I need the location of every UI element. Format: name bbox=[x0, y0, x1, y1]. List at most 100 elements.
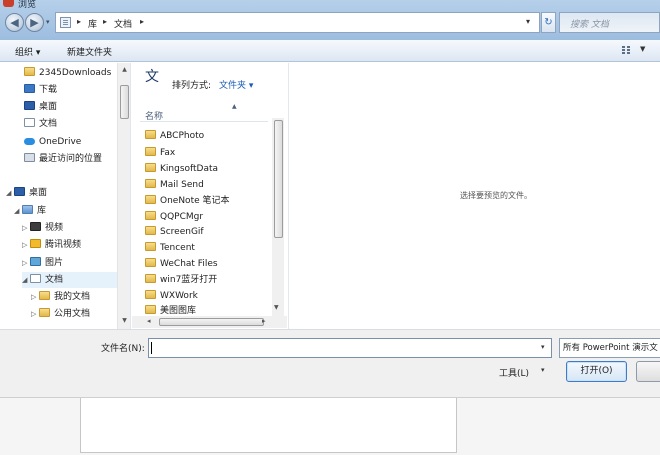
cancel-button[interactable] bbox=[636, 361, 660, 382]
file-row-win7-bluetooth[interactable]: win7蓝牙打开 bbox=[145, 273, 217, 288]
scrollbar-thumb[interactable] bbox=[159, 318, 264, 326]
breadcrumb-separator-icon[interactable]: ▸ bbox=[77, 17, 81, 26]
scroll-right-arrow-icon[interactable]: ▸ bbox=[262, 317, 266, 325]
tools-dropdown-icon[interactable]: ▾ bbox=[541, 366, 545, 374]
forward-button[interactable]: ▶ bbox=[25, 13, 44, 32]
scroll-left-arrow-icon[interactable]: ◂ bbox=[147, 317, 151, 325]
file-row-tencent[interactable]: Tencent bbox=[145, 241, 195, 256]
nav-item-desktop[interactable]: ◢ 桌面 bbox=[6, 185, 47, 201]
collapsed-arrow-icon[interactable]: ▷ bbox=[22, 255, 30, 271]
tools-menu-button[interactable]: 工具(L) bbox=[499, 366, 529, 379]
recent-locations-dropdown[interactable]: ▾ bbox=[46, 18, 50, 26]
file-row-fax[interactable]: Fax bbox=[145, 146, 175, 161]
file-list-vertical-scrollbar[interactable]: ▼ bbox=[272, 118, 284, 316]
text-caret bbox=[151, 342, 152, 354]
nav-item-downloads[interactable]: 下载 bbox=[24, 82, 57, 98]
address-dropdown-icon[interactable]: ▾ bbox=[526, 17, 530, 26]
organize-button[interactable]: 组织 ▾ bbox=[15, 45, 40, 58]
scroll-down-arrow-icon[interactable]: ▼ bbox=[274, 304, 279, 311]
nav-item-documents-library[interactable]: ◢ 文档 bbox=[22, 272, 117, 288]
folder-icon bbox=[39, 291, 50, 300]
open-button[interactable]: 打开(O) bbox=[566, 361, 627, 382]
preview-message: 选择要预览的文件。 bbox=[460, 191, 532, 200]
nav-item-onedrive[interactable]: OneDrive bbox=[24, 134, 81, 150]
change-view-icon[interactable] bbox=[622, 46, 632, 55]
refresh-button[interactable]: ↻ bbox=[541, 12, 556, 33]
nav-item-pictures[interactable]: ▷ 图片 bbox=[22, 255, 63, 271]
nav-item-documents-favorite[interactable]: 文档 bbox=[24, 116, 57, 132]
nav-item-label: 文档 bbox=[45, 275, 64, 285]
library-title: 文 bbox=[145, 69, 159, 85]
app-icon bbox=[3, 0, 14, 7]
nav-item-tencent-video[interactable]: ▷ 腾讯视频 bbox=[22, 237, 81, 253]
nav-item-my-documents[interactable]: ▷ 我的文档 bbox=[31, 289, 90, 305]
download-folder-icon bbox=[24, 84, 35, 93]
view-options-dropdown-icon[interactable]: ▼ bbox=[640, 45, 645, 53]
nav-item-videos[interactable]: ▷ 视频 bbox=[22, 220, 63, 236]
folder-icon bbox=[145, 211, 156, 220]
search-input[interactable]: 搜索 文档 bbox=[559, 12, 660, 33]
file-type-select[interactable]: 所有 PowerPoint 演示文 bbox=[559, 338, 660, 358]
nav-item-label: 公用文档 bbox=[54, 309, 91, 319]
nav-item-label: 最近访问的位置 bbox=[39, 154, 103, 164]
file-name: QQPCMgr bbox=[160, 212, 204, 222]
nav-item-2345downloads[interactable]: 2345Downloads bbox=[24, 65, 111, 81]
new-folder-button[interactable]: 新建文件夹 bbox=[67, 45, 112, 58]
expanded-arrow-icon[interactable]: ◢ bbox=[6, 185, 14, 201]
folder-icon bbox=[145, 258, 156, 267]
collapsed-arrow-icon[interactable]: ▷ bbox=[22, 237, 30, 253]
file-name: Fax bbox=[160, 148, 176, 158]
file-row-qqpcmgr[interactable]: QQPCMgr bbox=[145, 210, 203, 225]
breadcrumb-library[interactable]: 库 bbox=[88, 17, 97, 30]
breadcrumb-documents[interactable]: 文档 bbox=[114, 17, 132, 30]
nav-item-label: 我的文档 bbox=[54, 292, 91, 302]
preview-pane: 选择要预览的文件。 bbox=[288, 63, 660, 329]
file-name: WXWork bbox=[160, 291, 198, 301]
arrange-by-dropdown[interactable]: 文件夹 ▾ bbox=[219, 78, 253, 91]
nav-item-label: 视频 bbox=[45, 223, 64, 233]
sort-ascending-icon: ▲ bbox=[232, 103, 237, 110]
nav-item-libraries[interactable]: ◢ 库 bbox=[14, 203, 46, 219]
breadcrumb-separator-icon[interactable]: ▸ bbox=[103, 17, 107, 26]
back-button[interactable]: ◀ bbox=[5, 13, 24, 32]
file-row-onenote[interactable]: OneNote 笔记本 bbox=[145, 194, 230, 209]
filename-field[interactable]: ▾ bbox=[148, 338, 552, 358]
file-row-wxwork[interactable]: WXWork bbox=[145, 289, 198, 304]
nav-item-label: 2345Downloads bbox=[39, 68, 112, 78]
file-row-kingsoftdata[interactable]: KingsoftData bbox=[145, 162, 218, 177]
desktop-icon bbox=[14, 187, 25, 196]
filename-label: 文件名(N): bbox=[101, 344, 145, 354]
nav-item-label: 桌面 bbox=[29, 188, 48, 198]
scrollbar-thumb[interactable] bbox=[274, 120, 283, 238]
folder-icon bbox=[145, 195, 156, 204]
collapsed-arrow-icon[interactable]: ▷ bbox=[22, 220, 30, 236]
nav-item-public-documents[interactable]: ▷ 公用文档 bbox=[31, 306, 90, 322]
address-bar[interactable]: ▸ 库 ▸ 文档 ▸ ▾ bbox=[55, 12, 540, 33]
folder-icon bbox=[145, 226, 156, 235]
file-name: ScreenGif bbox=[160, 227, 204, 237]
navigation-scrollbar[interactable]: ▲ ▼ bbox=[117, 63, 130, 329]
nav-item-desktop-favorite[interactable]: 桌面 bbox=[24, 99, 57, 115]
folder-icon bbox=[145, 290, 156, 299]
collapsed-arrow-icon[interactable]: ▷ bbox=[31, 306, 39, 322]
file-row-screengif[interactable]: ScreenGif bbox=[145, 225, 204, 240]
collapsed-arrow-icon[interactable]: ▷ bbox=[31, 289, 39, 305]
file-row-wechat-files[interactable]: WeChat Files bbox=[145, 257, 218, 272]
breadcrumb-separator-icon[interactable]: ▸ bbox=[140, 17, 144, 26]
expanded-arrow-icon[interactable]: ◢ bbox=[22, 272, 30, 288]
expanded-arrow-icon[interactable]: ◢ bbox=[14, 203, 22, 219]
file-list-horizontal-scrollbar[interactable]: ◂ ▸ bbox=[132, 316, 287, 328]
tencent-video-icon bbox=[30, 239, 41, 248]
folder-icon bbox=[145, 179, 156, 188]
arrange-by-label: 排列方式: bbox=[172, 81, 212, 91]
nav-item-recent-places[interactable]: 最近访问的位置 bbox=[24, 151, 102, 167]
filename-history-dropdown-icon[interactable]: ▾ bbox=[541, 343, 545, 351]
file-row-abcphoto[interactable]: ABCPhoto bbox=[145, 129, 204, 144]
file-name: ABCPhoto bbox=[160, 131, 205, 141]
scroll-up-arrow-icon[interactable]: ▲ bbox=[118, 66, 131, 73]
scroll-down-arrow-icon[interactable]: ▼ bbox=[118, 317, 131, 324]
file-row-mail-send[interactable]: Mail Send bbox=[145, 178, 204, 193]
scrollbar-thumb[interactable] bbox=[120, 85, 129, 119]
documents-icon bbox=[24, 118, 35, 127]
folder-icon bbox=[145, 147, 156, 156]
